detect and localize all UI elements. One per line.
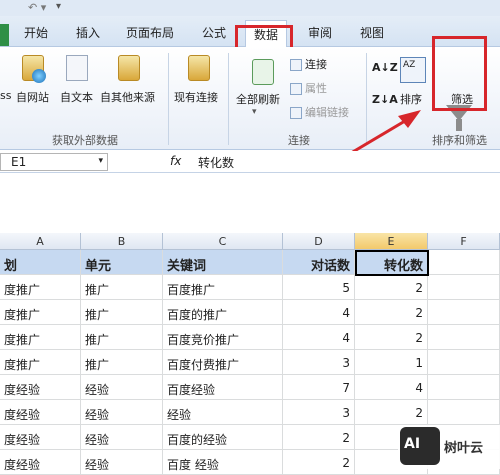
column-header-f[interactable]: F <box>428 233 500 250</box>
table-cell[interactable]: 2 <box>355 275 428 300</box>
table-cell[interactable]: 度经验 <box>0 400 81 425</box>
table-header-cell[interactable]: 单元 <box>81 250 163 275</box>
table-cell[interactable]: 推广 <box>81 350 163 375</box>
table-cell[interactable]: 推广 <box>81 300 163 325</box>
table-header-cell[interactable]: 划 <box>0 250 81 275</box>
table-cell[interactable]: 度推广 <box>0 350 81 375</box>
name-box-value: E1 <box>11 155 27 169</box>
table-cell[interactable]: 2 <box>283 425 355 450</box>
table-cell[interactable]: 3 <box>283 400 355 425</box>
insert-function-button[interactable]: fx <box>170 154 181 168</box>
table-cell[interactable]: 2 <box>355 300 428 325</box>
table-cell[interactable]: 度经验 <box>0 450 81 475</box>
table-header-cell[interactable] <box>428 250 500 275</box>
table-cell[interactable]: 经验 <box>163 400 283 425</box>
table-cell[interactable]: 2 <box>355 325 428 350</box>
table-cell[interactable]: 经验 <box>81 450 163 475</box>
column-header-d[interactable]: D <box>283 233 355 250</box>
table-cell[interactable]: 3 <box>283 350 355 375</box>
table-cell[interactable]: 度经验 <box>0 425 81 450</box>
table-cell[interactable]: 4 <box>355 375 428 400</box>
table-cell[interactable] <box>428 325 500 350</box>
table-cell[interactable]: 2 <box>355 400 428 425</box>
table-cell[interactable]: 百度竞价推广 <box>163 325 283 350</box>
table-cell[interactable]: 度推广 <box>0 275 81 300</box>
table-cell[interactable]: 百度经验 <box>163 375 283 400</box>
table-cell[interactable] <box>428 275 500 300</box>
formula-bar: E1 ▾ fx 转化数 <box>0 151 500 173</box>
table-cell[interactable]: 4 <box>283 325 355 350</box>
sheet-blank-area <box>0 173 500 233</box>
table-header-cell[interactable]: 关键词 <box>163 250 283 275</box>
table-cell[interactable]: 百度的推广 <box>163 300 283 325</box>
name-box[interactable]: E1 ▾ <box>0 153 108 171</box>
table-cell[interactable]: 度推广 <box>0 325 81 350</box>
name-box-dropdown-icon[interactable]: ▾ <box>98 156 103 166</box>
table-cell[interactable]: 经验 <box>81 425 163 450</box>
column-header-e[interactable]: E <box>355 233 428 250</box>
column-header-c[interactable]: C <box>163 233 283 250</box>
table-cell[interactable]: 7 <box>283 375 355 400</box>
table-cell[interactable] <box>428 375 500 400</box>
table-cell[interactable] <box>428 300 500 325</box>
table-cell[interactable]: 1 <box>355 350 428 375</box>
table-cell[interactable] <box>428 400 500 425</box>
table-cell[interactable]: 度经验 <box>0 375 81 400</box>
table-cell[interactable]: 5 <box>283 275 355 300</box>
watermark-badge: AI <box>400 427 440 465</box>
table-cell[interactable] <box>428 350 500 375</box>
table-cell[interactable]: 经验 <box>81 375 163 400</box>
formula-input[interactable]: 转化数 <box>198 154 234 171</box>
active-cell-border <box>355 250 429 276</box>
table-cell[interactable]: 4 <box>283 300 355 325</box>
table-cell[interactable]: 推广 <box>81 275 163 300</box>
table-cell[interactable]: 百度推广 <box>163 275 283 300</box>
table-cell[interactable]: 度推广 <box>0 300 81 325</box>
table-cell[interactable]: 百度的经验 <box>163 425 283 450</box>
watermark-logo: AI 树叶云 <box>398 425 500 469</box>
watermark-text: 树叶云 <box>444 441 484 456</box>
column-header-a[interactable]: A <box>0 233 81 250</box>
table-cell[interactable]: 经验 <box>81 400 163 425</box>
table-header-cell[interactable]: 对话数 <box>283 250 355 275</box>
table-cell[interactable]: 百度付费推广 <box>163 350 283 375</box>
table-cell[interactable]: 2 <box>283 450 355 475</box>
table-cell[interactable]: 推广 <box>81 325 163 350</box>
column-header-b[interactable]: B <box>81 233 163 250</box>
table-cell[interactable]: 百度 经验 <box>163 450 283 475</box>
